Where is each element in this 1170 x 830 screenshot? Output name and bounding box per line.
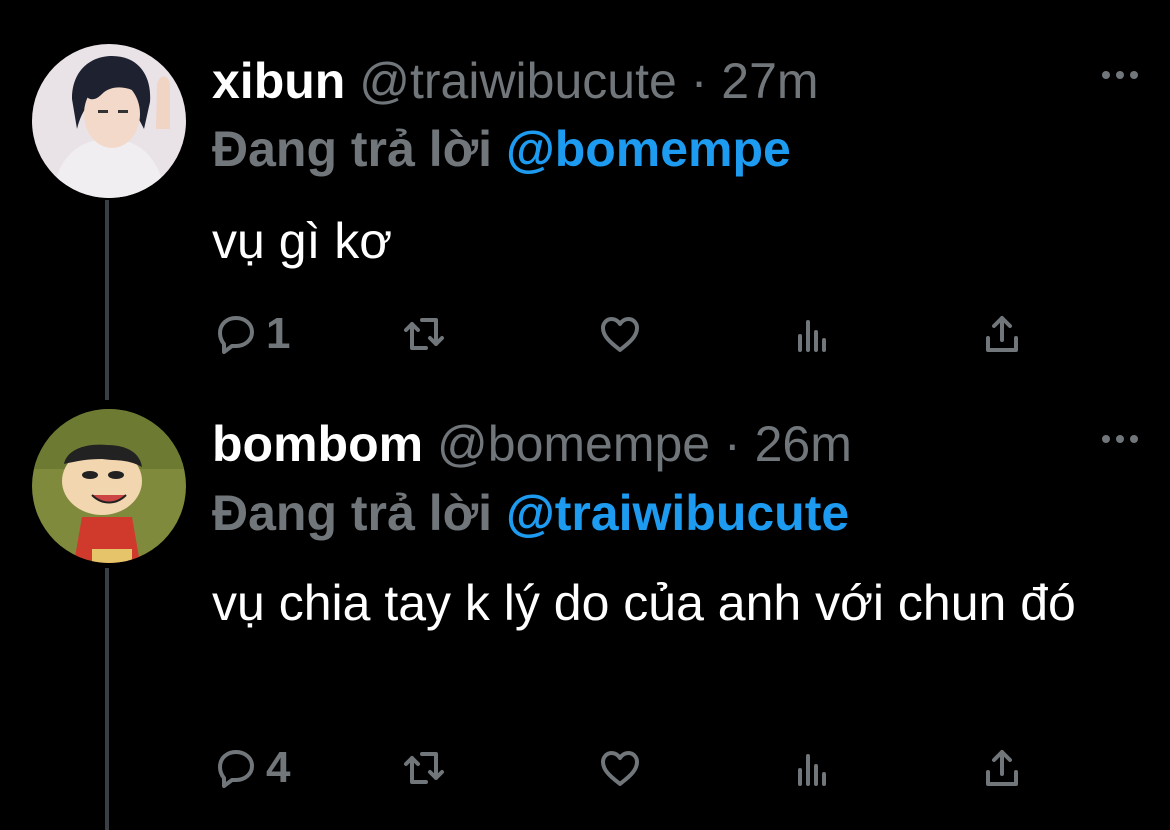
retweet-icon xyxy=(404,752,444,784)
tweet-1[interactable]: xibun @traiwibucute · 27m Đang trả lời @… xyxy=(0,0,1170,400)
share-button[interactable] xyxy=(978,306,1026,362)
thread-line xyxy=(105,568,109,830)
reply-count: 4 xyxy=(266,743,291,792)
like-button[interactable] xyxy=(596,740,644,796)
tweet-text: vụ chia tay k lý do của anh với chun đó xyxy=(212,575,1076,631)
share-button[interactable] xyxy=(978,740,1026,796)
tweet-header: xibun @traiwibucute · 27m xyxy=(212,52,819,110)
share-icon xyxy=(986,750,1018,786)
heart-icon xyxy=(601,317,639,352)
more-options-icon[interactable] xyxy=(1098,60,1142,90)
tweet-actions: 1 xyxy=(212,306,1052,362)
cartoon-avatar-icon xyxy=(32,409,186,563)
reply-button[interactable]: 1 xyxy=(212,306,290,362)
timestamp[interactable]: 26m xyxy=(755,416,852,472)
tweet-2[interactable]: bombom @bomempe · 26m Đang trả lời @trai… xyxy=(0,400,1170,830)
analytics-icon xyxy=(798,320,826,352)
share-icon xyxy=(986,316,1018,352)
replying-to-mention[interactable]: @bomempe xyxy=(506,121,791,177)
heart-icon xyxy=(601,751,639,786)
display-name[interactable]: bombom xyxy=(212,416,423,472)
replying-to: Đang trả lời @traiwibucute xyxy=(212,484,849,542)
thread-line xyxy=(105,200,109,400)
reply-button[interactable]: 4 xyxy=(212,740,290,796)
reply-count: 1 xyxy=(266,309,291,358)
analytics-button[interactable] xyxy=(788,740,836,796)
replying-to-label: Đang trả lời xyxy=(212,121,493,177)
reply-icon xyxy=(218,316,254,354)
avatar[interactable] xyxy=(32,44,186,198)
timestamp[interactable]: 27m xyxy=(721,53,818,109)
replying-to-mention[interactable]: @traiwibucute xyxy=(506,485,849,541)
reply-icon xyxy=(218,750,254,788)
user-handle[interactable]: @bomempe xyxy=(437,416,710,472)
replying-to-label: Đang trả lời xyxy=(212,485,493,541)
display-name[interactable]: xibun xyxy=(212,53,345,109)
retweet-icon xyxy=(404,318,444,350)
anime-avatar-icon xyxy=(32,44,186,198)
tweet-actions: 4 xyxy=(212,740,1052,796)
replying-to: Đang trả lời @bomempe xyxy=(212,120,791,178)
avatar[interactable] xyxy=(32,409,186,563)
tweet-header: bombom @bomempe · 26m xyxy=(212,415,852,473)
retweet-button[interactable] xyxy=(400,306,448,362)
like-button[interactable] xyxy=(596,306,644,362)
analytics-icon xyxy=(798,754,826,786)
analytics-button[interactable] xyxy=(788,306,836,362)
user-handle[interactable]: @traiwibucute xyxy=(359,53,677,109)
tweet-text: vụ gì kơ xyxy=(212,213,393,269)
separator-dot: · xyxy=(690,53,708,109)
separator-dot: · xyxy=(724,416,741,472)
more-options-icon[interactable] xyxy=(1098,424,1142,454)
retweet-button[interactable] xyxy=(400,740,448,796)
